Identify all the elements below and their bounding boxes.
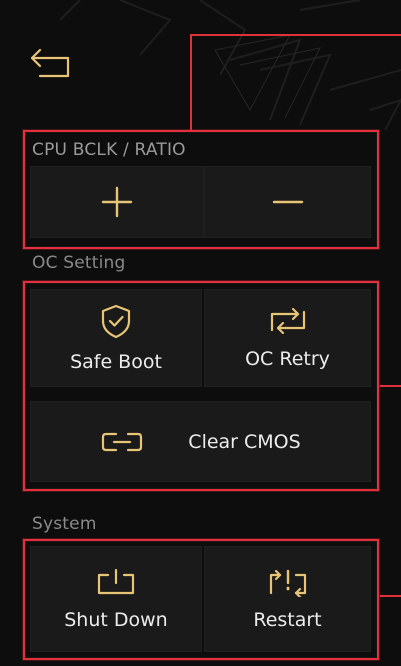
- oc-retry-label: OC Retry: [245, 348, 330, 370]
- callout-line-system: [380, 595, 401, 597]
- link-icon: [100, 430, 144, 454]
- safe-boot-label: Safe Boot: [70, 351, 162, 373]
- clear-cmos-button[interactable]: Clear CMOS: [30, 401, 371, 482]
- ratio-decrease-button[interactable]: [204, 166, 371, 238]
- ratio-increase-button[interactable]: [30, 166, 204, 238]
- plus-icon: [99, 184, 135, 220]
- restart-label: Restart: [253, 609, 322, 631]
- oc-control-panel: CPU BCLK / RATIO OC Setting Safe Boot OC…: [0, 0, 401, 666]
- safe-boot-button[interactable]: Safe Boot: [30, 289, 202, 387]
- back-button[interactable]: [26, 42, 78, 82]
- restart-button[interactable]: Restart: [204, 546, 371, 652]
- oc-setting-title: OC Setting: [32, 253, 126, 273]
- power-off-icon: [94, 567, 138, 597]
- callout-line-vertical: [190, 34, 192, 131]
- restart-icon: [266, 567, 310, 597]
- back-arrow-icon: [30, 48, 70, 78]
- callout-line-oc: [380, 385, 401, 387]
- system-title: System: [32, 514, 97, 534]
- minus-icon: [270, 184, 306, 220]
- shield-check-icon: [99, 303, 133, 339]
- shut-down-label: Shut Down: [64, 609, 168, 631]
- retry-arrows-icon: [266, 306, 310, 336]
- shut-down-button[interactable]: Shut Down: [30, 546, 202, 652]
- oc-retry-button[interactable]: OC Retry: [204, 289, 371, 387]
- clear-cmos-label: Clear CMOS: [188, 430, 301, 453]
- callout-line-top: [190, 34, 401, 36]
- cpu-ratio-title: CPU BCLK / RATIO: [32, 140, 186, 160]
